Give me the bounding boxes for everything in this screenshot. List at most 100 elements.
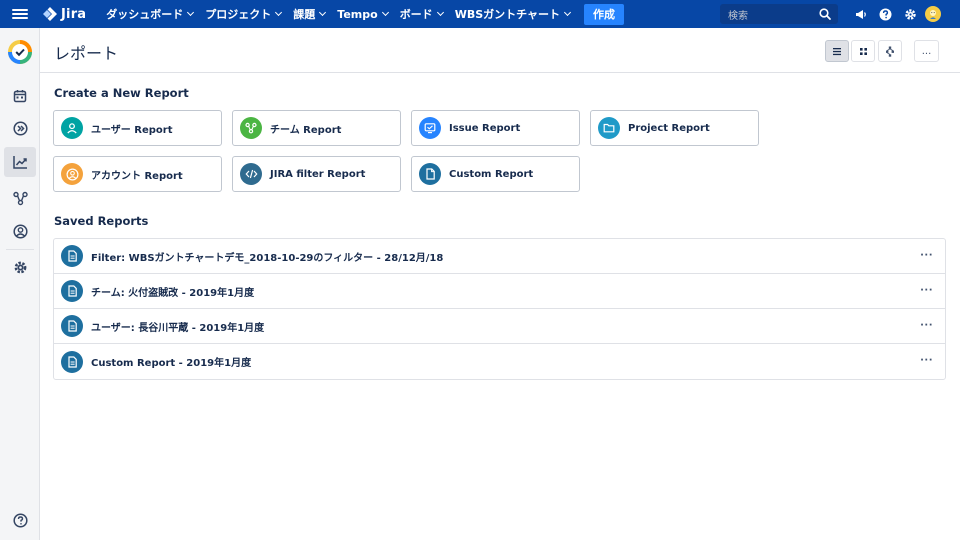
jira-logo-icon [43, 7, 57, 21]
nav-wbs-gantt[interactable]: WBSガントチャート [449, 0, 576, 28]
project-avatar[interactable] [0, 38, 40, 66]
nav-dashboard[interactable]: ダッシュボード [100, 0, 199, 28]
chevron-down-icon [275, 8, 283, 17]
document-icon [61, 280, 83, 302]
menu-icon[interactable] [12, 9, 28, 19]
sidebar-item-help[interactable] [0, 510, 40, 530]
sidebar-item-forward[interactable] [0, 118, 40, 138]
sidebar-item-calendar[interactable] [0, 86, 40, 106]
help-icon [12, 512, 28, 528]
trend-chart-icon [12, 156, 27, 169]
saved-report-row[interactable]: チーム: 火付盗賊改 - 2019年1月度 ··· [54, 274, 945, 309]
gear-icon [14, 261, 26, 273]
double-chevron-icon [12, 120, 28, 136]
row-more-button[interactable]: ··· [920, 250, 933, 261]
row-more-button[interactable]: ··· [920, 355, 933, 366]
nav-boards[interactable]: ボード [394, 0, 449, 28]
nav-issues-label: 課題 [293, 8, 316, 21]
document-icon [419, 163, 441, 185]
network-icon [12, 191, 28, 205]
jira-logo[interactable]: Jira [42, 6, 86, 22]
saved-reports-list: Filter: WBSガントチャートデモ_2018-10-29のフィルター - … [53, 238, 946, 380]
megaphone-icon [855, 9, 866, 19]
nav-projects-label: プロジェクト [205, 8, 272, 21]
saved-report-row[interactable]: Custom Report - 2019年1月度 ··· [54, 344, 945, 379]
list-view-button[interactable] [825, 40, 849, 62]
saved-report-row[interactable]: ユーザー: 長谷川平蔵 - 2019年1月度 ··· [54, 309, 945, 344]
saved-report-label: ユーザー: 長谷川平蔵 - 2019年1月度 [91, 322, 265, 334]
code-icon [240, 163, 262, 185]
chevron-down-icon [319, 8, 327, 17]
nav-issues[interactable]: 課題 [287, 0, 331, 28]
issue-icon [419, 117, 441, 139]
row-more-button[interactable]: ··· [920, 320, 933, 331]
help-icon[interactable] [875, 4, 895, 24]
team-icon [240, 117, 262, 139]
card-label: アカウント Report [91, 170, 183, 182]
sidebar-divider [6, 249, 34, 250]
sidebar-item-settings[interactable] [0, 257, 40, 277]
chevron-down-icon [187, 8, 195, 17]
user-avatar[interactable] [925, 6, 941, 22]
card-label: Custom Report [449, 168, 534, 180]
project-report-card[interactable]: Project Report [590, 110, 759, 146]
card-label: チーム Report [270, 124, 342, 136]
card-label: ユーザー Report [91, 124, 173, 136]
calendar-icon [13, 90, 27, 103]
user-icon [61, 117, 83, 139]
row-more-button[interactable]: ··· [920, 285, 933, 296]
sidebar-item-network[interactable] [0, 188, 40, 208]
more-options-button[interactable]: ... [914, 40, 939, 62]
tree-view-button[interactable] [878, 40, 902, 62]
custom-report-card[interactable]: Custom Report [411, 156, 580, 192]
saved-report-label: Filter: WBSガントチャートデモ_2018-10-29のフィルター - … [91, 252, 444, 264]
chevron-down-icon [436, 8, 444, 17]
saved-report-label: チーム: 火付盗賊改 - 2019年1月度 [91, 287, 255, 299]
search-icon [819, 8, 831, 20]
left-sidebar [0, 28, 40, 540]
grid-icon [859, 47, 867, 55]
saved-section-title: Saved Reports [54, 214, 149, 228]
page-header: レポート ... [40, 28, 960, 73]
nav-wbs-gantt-label: WBSガントチャート [454, 8, 561, 21]
nav-boards-label: ボード [399, 8, 433, 21]
account-report-card[interactable]: アカウント Report [53, 156, 222, 192]
main-menu: ダッシュボード プロジェクト 課題 Tempo ボード WBSガントチャート 作… [100, 0, 625, 28]
hierarchy-icon [886, 46, 894, 57]
avatar-face-icon [930, 10, 936, 19]
app-name: Jira [61, 6, 87, 22]
nav-tempo-label: Tempo [337, 7, 378, 21]
nav-dashboard-label: ダッシュボード [106, 8, 184, 21]
page-title: レポート [54, 44, 119, 63]
issue-report-card[interactable]: Issue Report [411, 110, 580, 146]
document-icon [61, 245, 83, 267]
gear-icon [904, 8, 916, 20]
grid-view-button[interactable] [851, 40, 875, 62]
nav-projects[interactable]: プロジェクト [199, 0, 287, 28]
create-section-title: Create a New Report [54, 86, 189, 100]
document-icon [61, 350, 83, 373]
nav-tempo[interactable]: Tempo [331, 0, 393, 28]
user-report-card[interactable]: ユーザー Report [53, 110, 222, 146]
user-circle-icon [12, 223, 28, 239]
jira-filter-report-card[interactable]: JIRA filter Report [232, 156, 401, 192]
team-report-card[interactable]: チーム Report [232, 110, 401, 146]
question-icon [879, 8, 891, 20]
header-actions [850, 4, 941, 24]
settings-icon[interactable] [900, 4, 920, 24]
top-navigation: Jira ダッシュボード プロジェクト 課題 Tempo ボード WBSガントチ… [0, 0, 960, 28]
document-icon [61, 315, 83, 337]
project-logo-icon [8, 40, 32, 64]
chevron-down-icon [563, 8, 572, 17]
list-icon [833, 47, 841, 55]
sidebar-item-account[interactable] [0, 221, 40, 241]
chevron-down-icon [381, 8, 389, 17]
folder-icon [598, 117, 620, 139]
create-button[interactable]: 作成 [584, 3, 625, 25]
notifications-icon[interactable] [850, 4, 870, 24]
sidebar-item-reports[interactable] [4, 147, 36, 177]
search-input[interactable]: 検索 [720, 4, 838, 24]
card-label: JIRA filter Report [270, 168, 366, 180]
card-label: Issue Report [449, 122, 521, 134]
saved-report-row[interactable]: Filter: WBSガントチャートデモ_2018-10-29のフィルター - … [54, 239, 945, 274]
